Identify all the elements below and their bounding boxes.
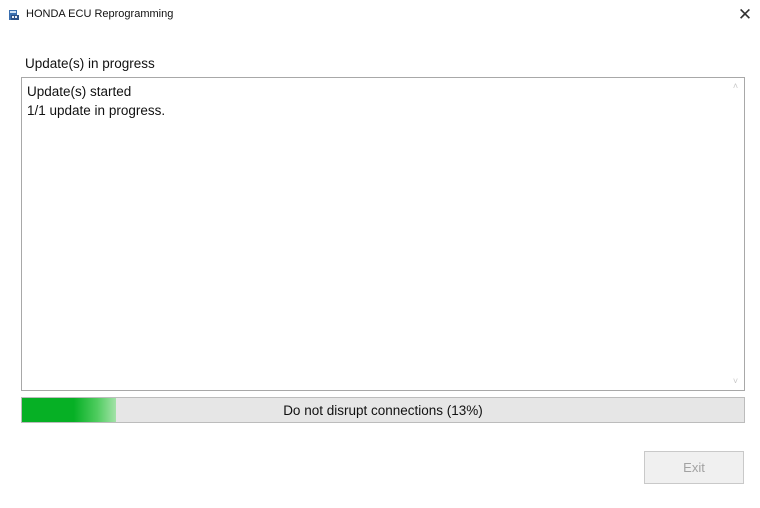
app-icon [8, 8, 20, 20]
log-text: Update(s) started 1/1 update in progress… [27, 82, 165, 120]
window-title: HONDA ECU Reprogramming [26, 8, 174, 20]
progress-bar: Do not disrupt connections (13%) [21, 397, 745, 423]
progress-label: Do not disrupt connections (13%) [283, 402, 483, 418]
scroll-down-icon[interactable]: ˅ [731, 377, 740, 386]
vertical-scrollbar[interactable]: ˄ ˅ [727, 78, 744, 390]
section-label: Update(s) in progress [25, 56, 155, 71]
exit-button[interactable]: Exit [644, 451, 744, 484]
close-icon[interactable]: ✕ [738, 5, 752, 25]
update-log[interactable]: Update(s) started 1/1 update in progress… [21, 77, 745, 391]
log-line: 1/1 update in progress. [27, 103, 166, 118]
log-line: Update(s) started [27, 84, 132, 99]
close-button[interactable]: ✕ [730, 0, 760, 30]
title-bar: HONDA ECU Reprogramming ✕ [0, 0, 760, 30]
scroll-up-icon[interactable]: ˄ [731, 82, 740, 91]
